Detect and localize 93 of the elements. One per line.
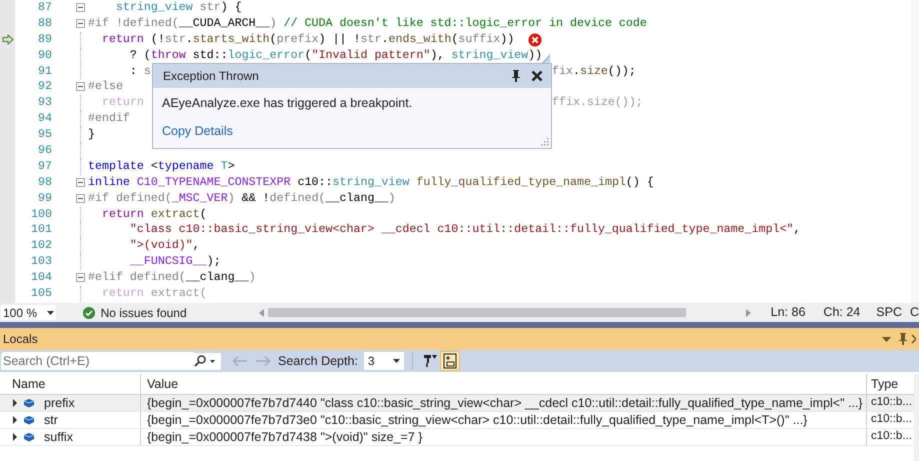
line-number: 95 <box>37 127 52 144</box>
dropdown-icon[interactable] <box>882 336 891 342</box>
code-line: string_view str) { <box>114 0 242 16</box>
table-row[interactable]: prefix {begin_=0x000007fe7b7d7440 "class c10::basic_string_view<char> __cdecl c10::util::detail::fully_qualified_type_name_impl<" ...} c10::b... <box>0 395 914 412</box>
panel-title: Locals <box>3 331 39 348</box>
collapse-toggle[interactable] <box>76 273 85 282</box>
line-number: 91 <box>37 64 52 80</box>
collapse-toggle[interactable] <box>76 178 85 187</box>
code-line: __FUNCSIG__); <box>128 254 221 270</box>
line-number: 100 <box>30 206 52 222</box>
line-indicator: Ln: 86 <box>770 304 806 322</box>
close-icon[interactable] <box>531 70 543 82</box>
code-line: ffix.size()); <box>552 95 643 112</box>
code-line: #if defined(_MSC_VER) && !defined(__clang__) <box>88 190 396 207</box>
collapse-toggle[interactable] <box>76 18 85 28</box>
code-line: fix.size()); <box>552 64 636 80</box>
search-icon[interactable] <box>194 355 206 367</box>
expand-caret-icon[interactable] <box>12 416 18 424</box>
table-cell-text: suffix <box>44 428 73 446</box>
pin-icon[interactable] <box>898 332 908 346</box>
line-number: 96 <box>37 143 52 159</box>
line-ending-indicator: C <box>910 304 919 322</box>
resize-grip-icon[interactable] <box>540 137 549 146</box>
depth-dropdown[interactable]: 3 <box>364 352 404 370</box>
line-number: 90 <box>37 48 52 64</box>
popup-title: Exception Thrown <box>163 68 260 85</box>
toolbar-toggle-button[interactable] <box>440 351 460 371</box>
table-cell-text: {begin_=0x000007fe7b7d7440 "class c10::basic_string_view<char> __cdecl c10::util::detail::fully_qualified_type_name_impl<" ...} <box>147 394 863 412</box>
indent-indicator: SPC <box>876 304 902 322</box>
column-indicator: Ch: 24 <box>823 304 860 322</box>
zoom-dropdown[interactable]: 100 % <box>0 304 57 321</box>
table-cell-text: {begin_=0x000007fe7b7d7438 ">(void)" size_=7 } <box>147 428 422 446</box>
caret-icon <box>392 359 400 363</box>
line-number: 87 <box>37 0 52 16</box>
line-number: 89 <box>37 32 52 48</box>
copy-details-link[interactable]: Copy Details <box>162 122 233 140</box>
code-line: #elif defined(__clang__) <box>88 270 256 286</box>
code-line: ">(void)", <box>128 238 200 254</box>
collapse-toggle[interactable] <box>76 3 85 12</box>
collapse-toggle[interactable] <box>76 82 85 92</box>
table-cell-text: c10::b... <box>871 412 912 428</box>
close-icon[interactable] <box>911 334 916 344</box>
line-number: 99 <box>37 190 52 207</box>
code-line: } <box>88 127 95 144</box>
pin-icon[interactable] <box>511 69 521 83</box>
grid-view-icon <box>442 353 458 369</box>
line-number: 94 <box>37 111 52 128</box>
line-number: 101 <box>30 222 52 238</box>
line-number: 102 <box>30 238 52 254</box>
line-number: 98 <box>37 174 52 191</box>
code-line: return extract( <box>100 286 207 302</box>
line-number: 103 <box>30 254 52 270</box>
line-number: 93 <box>37 95 52 112</box>
code-line: #if !defined(__CUDA_ARCH__) // CUDA doesn't like std::logic_error in device code <box>88 16 647 32</box>
scrollbar[interactable] <box>914 374 919 461</box>
table-cell-text: prefix <box>44 394 75 412</box>
line-number: 92 <box>37 79 52 96</box>
issues-status[interactable]: No issues found <box>100 304 187 322</box>
table-cell-text: str <box>44 412 58 429</box>
pin-filter-icon <box>422 353 438 369</box>
check-icon <box>82 306 95 318</box>
code-line: : s <box>128 64 151 80</box>
line-number: 104 <box>30 270 52 286</box>
table-cell-text: c10::b... <box>871 395 912 410</box>
code-line: inline C10_TYPENAME_CONSTEXPR c10::string_view fully_qualified_type_name_impl() { <box>88 174 654 191</box>
line-number: 88 <box>37 16 52 32</box>
code-line: ? (throw std::logic_error("Invalid pattern"), string_view)) <box>128 48 542 64</box>
collapse-toggle[interactable] <box>76 194 85 203</box>
line-number: 105 <box>30 286 52 302</box>
code-line: #else <box>88 79 123 96</box>
code-line: "class c10::basic_string_view<char> __cdecl c10::util::detail::fully_qualified_type_name_impl<", <box>128 222 801 238</box>
variable-icon <box>23 398 35 408</box>
popup-message: AEyeAnalyze.exe has triggered a breakpoint. <box>162 95 414 112</box>
table-row[interactable]: suffix {begin_=0x000007fe7b7d7438 ">(void)" size_=7 } c10::b... <box>0 429 914 446</box>
search-depth-label: Search Depth: <box>278 352 358 370</box>
variable-icon <box>23 415 35 425</box>
variable-icon <box>23 432 35 442</box>
table-row[interactable]: str {begin_=0x000007fe7b7d73e0 "c10::basic_string_view<char> c10::util::detail::fully_qualified_type_name_impl<T>()" ...} c10::b... <box>0 412 914 429</box>
table-cell-text: c10::b... <box>871 429 912 444</box>
search-field[interactable]: Search (Ctrl+E) <box>0 352 222 370</box>
table-cell-text: {begin_=0x000007fe7b7d73e0 "c10::basic_string_view<char> c10::util::detail::fully_qualified_type_name_impl<T>()" ...} <box>147 412 808 429</box>
column-header[interactable]: Value <box>140 374 866 394</box>
code-line: return (!str.starts_with(prefix) || !str.ends_with(suffix)) <box>100 32 514 48</box>
expand-caret-icon[interactable] <box>12 399 18 407</box>
code-line: return <box>100 95 144 112</box>
code-line: template <typename T> <box>88 158 235 175</box>
expand-caret-icon[interactable] <box>12 433 18 441</box>
line-number: 97 <box>37 158 52 175</box>
code-line: #endif <box>88 111 130 128</box>
code-line: return extract( <box>100 206 207 222</box>
caret-icon[interactable] <box>210 360 215 362</box>
caret-icon <box>46 310 54 314</box>
column-header[interactable]: Name <box>0 374 140 394</box>
